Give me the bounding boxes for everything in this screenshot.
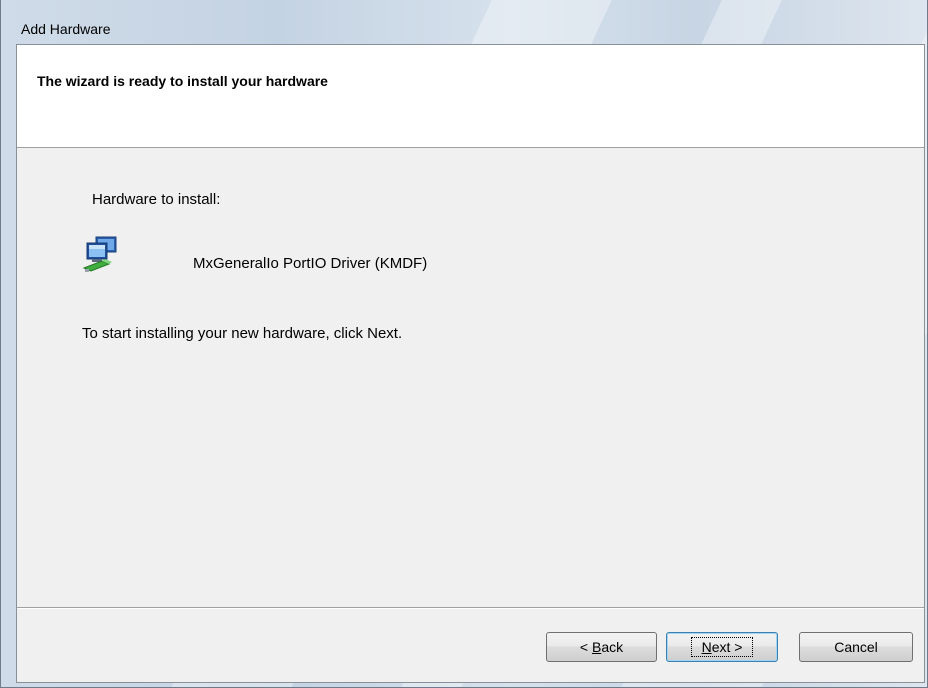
back-button[interactable]: < Back bbox=[546, 632, 657, 662]
cancel-button-label: Cancel bbox=[834, 639, 878, 655]
next-button-label: Next > bbox=[690, 637, 754, 657]
wizard-window: Add Hardware The wizard is ready to inst… bbox=[0, 0, 928, 688]
instruction-text: To start installing your new hardware, c… bbox=[82, 325, 403, 342]
header-title: The wizard is ready to install your hard… bbox=[37, 73, 328, 89]
button-separator bbox=[17, 607, 924, 609]
wizard-client-area: The wizard is ready to install your hard… bbox=[16, 44, 925, 683]
back-button-label: < Back bbox=[579, 639, 624, 655]
next-button[interactable]: Next > bbox=[666, 632, 778, 662]
window-title: Add Hardware bbox=[21, 21, 111, 37]
cancel-button[interactable]: Cancel bbox=[799, 632, 913, 662]
title-bar[interactable]: Add Hardware bbox=[1, 0, 927, 44]
device-name: MxGeneralIo PortIO Driver (KMDF) bbox=[193, 255, 428, 272]
hardware-device-icon bbox=[82, 235, 122, 275]
wizard-header: The wizard is ready to install your hard… bbox=[17, 45, 924, 148]
hardware-to-install-label: Hardware to install: bbox=[92, 191, 221, 208]
